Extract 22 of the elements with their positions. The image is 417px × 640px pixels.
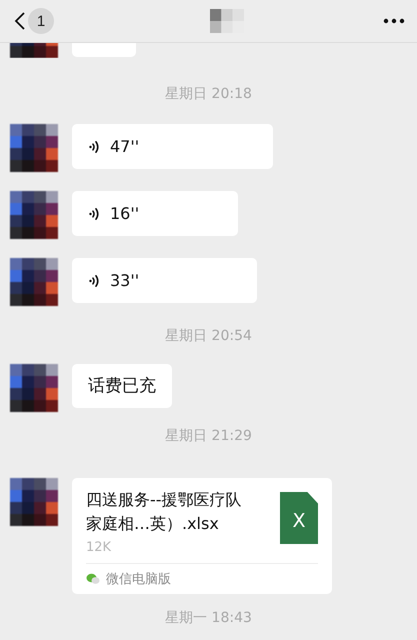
- voice-message[interactable]: 47'': [72, 124, 273, 169]
- timestamp: 星期日 20:54: [165, 327, 252, 346]
- file-name: 四送服务--援鄂医疗队家庭相…英）.xlsx: [86, 489, 243, 535]
- timestamp: 星期日 21:29: [165, 427, 252, 446]
- more-icon: [383, 18, 405, 24]
- spreadsheet-icon: X: [280, 492, 318, 544]
- voice-message[interactable]: 16'': [72, 191, 238, 236]
- file-size: 12K: [86, 540, 112, 555]
- message-text: 话费已充: [72, 364, 172, 408]
- voice-message[interactable]: 33'': [72, 258, 257, 303]
- back-icon: [14, 11, 26, 31]
- file-card[interactable]: 四送服务--援鄂医疗队家庭相…英）.xlsx 12K X 微信电脑版: [72, 478, 332, 594]
- voice-icon: [88, 206, 100, 222]
- timestamp: 星期一 18:43: [165, 609, 252, 628]
- voice-icon: [88, 272, 100, 288]
- back-button[interactable]: 1: [14, 8, 54, 34]
- chat-icon: [86, 573, 100, 585]
- more-button[interactable]: [383, 18, 405, 24]
- voice-icon: [88, 138, 100, 154]
- source-label: 微信电脑版: [106, 571, 171, 588]
- timestamp: 星期日 20:18: [165, 85, 252, 104]
- unread-badge: 1: [28, 8, 54, 34]
